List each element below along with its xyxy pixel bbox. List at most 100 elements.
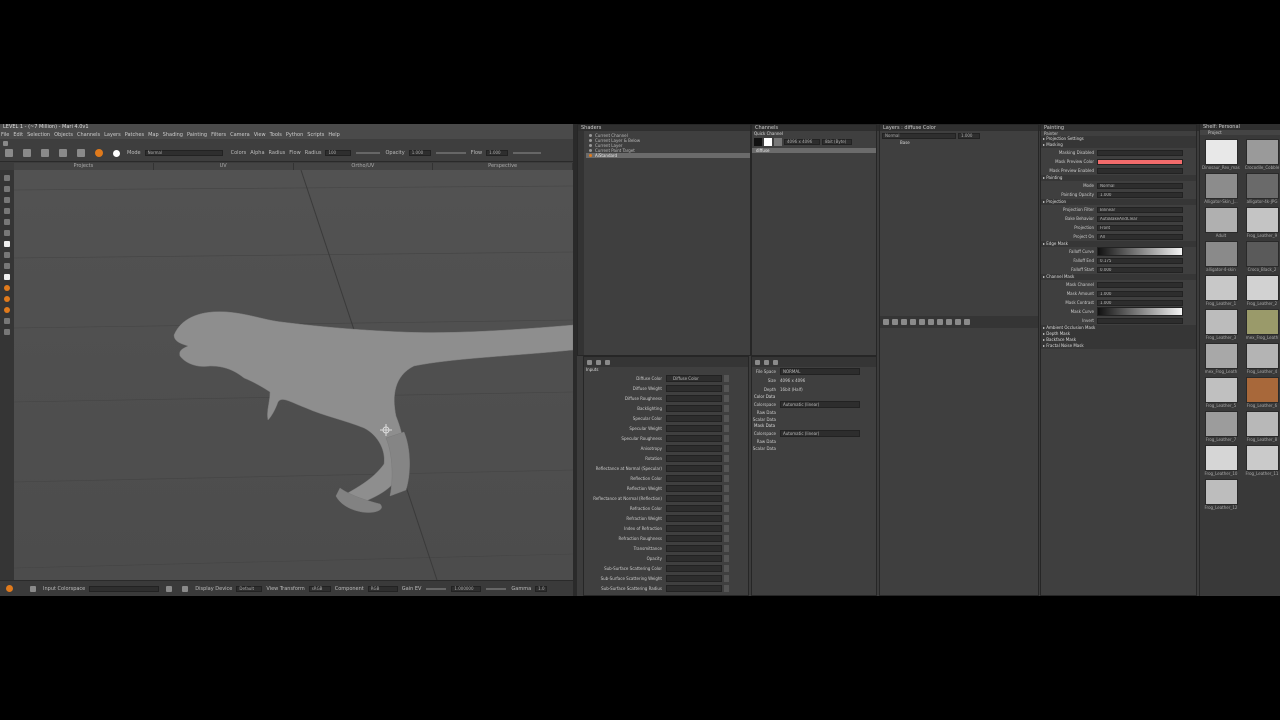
flow-slider[interactable]: [513, 152, 542, 154]
menu-item-camera[interactable]: Camera: [230, 131, 250, 139]
shelf-item[interactable]: Frog_Leather_4: [1243, 343, 1280, 376]
paint-record-icon[interactable]: [4, 285, 10, 291]
input-channel-field[interactable]: [666, 554, 722, 562]
add-mask-icon[interactable]: [910, 319, 916, 325]
shelf-item[interactable]: Frog_Leather_8: [1243, 411, 1280, 444]
setting-field[interactable]: All: [1097, 233, 1183, 240]
transform-tool-icon[interactable]: [4, 186, 10, 192]
input-channel-field[interactable]: [666, 504, 722, 512]
input-channel-field[interactable]: Diffuse Color: [666, 374, 722, 382]
file-space-dropdown[interactable]: NORMAL: [780, 368, 860, 375]
channel-refresh-icon[interactable]: [773, 359, 778, 365]
tab-uv[interactable]: UV: [154, 163, 294, 170]
flow-toggle[interactable]: Flow: [289, 150, 300, 156]
flow-field[interactable]: 1.000: [486, 150, 509, 156]
clone-tool-icon[interactable]: [4, 208, 10, 214]
new-icon[interactable]: [5, 149, 13, 157]
shelf-item[interactable]: Crocodile_Cobble: [1243, 139, 1280, 172]
radius-field[interactable]: 100: [325, 150, 352, 156]
setting-field[interactable]: 1.000: [1097, 290, 1183, 297]
input-channel-field[interactable]: [666, 414, 722, 422]
input-options-icon[interactable]: [724, 564, 729, 572]
lut-toggle-icon[interactable]: [6, 585, 13, 592]
input-channel-field[interactable]: [666, 464, 722, 472]
input-options-icon[interactable]: [724, 434, 729, 442]
radius-toggle[interactable]: Radius: [269, 150, 286, 156]
lock-icon[interactable]: [596, 359, 601, 365]
shelf-item[interactable]: alligator-4-skin: [1202, 241, 1240, 274]
channel-lock-icon[interactable]: [764, 359, 769, 365]
opacity-field[interactable]: 1.000: [408, 150, 431, 156]
menu-item-objects[interactable]: Objects: [54, 131, 73, 139]
input-channel-field[interactable]: [666, 474, 722, 482]
menu-item-channels[interactable]: Channels: [77, 131, 100, 139]
input-channel-field[interactable]: [666, 444, 722, 452]
shelf-item[interactable]: Frog_Leather_7: [1202, 411, 1240, 444]
smudge-tool-icon[interactable]: [4, 219, 10, 225]
shelf-item[interactable]: Frog_Leather_1: [1202, 275, 1240, 308]
input-options-icon[interactable]: [724, 414, 729, 422]
white-swatch[interactable]: [764, 137, 772, 146]
setting-field[interactable]: [1097, 149, 1183, 156]
input-options-icon[interactable]: [724, 444, 729, 452]
view-toggle-icon[interactable]: [182, 585, 189, 592]
shelf-item[interactable]: Frog_Leather_10: [1202, 445, 1240, 478]
merge-layer-icon[interactable]: [937, 319, 943, 325]
input-channel-field[interactable]: [666, 524, 722, 532]
menu-item-view[interactable]: View: [254, 131, 266, 139]
input-options-icon[interactable]: [724, 584, 729, 592]
input-channel-field[interactable]: [666, 384, 722, 392]
input-options-icon[interactable]: [724, 514, 729, 522]
input-channel-field[interactable]: [666, 434, 722, 442]
shelf-item[interactable]: Frog_Leather_11: [1243, 445, 1280, 478]
menu-item-tools[interactable]: Tools: [270, 131, 282, 139]
blend-mode-dropdown[interactable]: Normal: [882, 132, 956, 139]
input-options-icon[interactable]: [724, 394, 729, 402]
view-transform-dropdown[interactable]: sRGB: [308, 585, 331, 592]
shelf-item[interactable]: Frog_Leather_3: [1202, 309, 1240, 342]
black-swatch[interactable]: [754, 137, 762, 146]
menu-item-painting[interactable]: Painting: [187, 131, 207, 139]
gain-field[interactable]: 1.000000: [451, 585, 482, 592]
channel-list-item[interactable]: diffuse: [752, 148, 876, 153]
duplicate-layer-icon[interactable]: [928, 319, 934, 325]
setting-field[interactable]: 1.000: [1097, 299, 1183, 306]
setting-field[interactable]: AutoBakeAndClear: [1097, 215, 1183, 222]
tab-perspective[interactable]: Perspective: [433, 163, 573, 170]
input-channel-field[interactable]: [666, 534, 722, 542]
layer-options-icon[interactable]: [955, 319, 961, 325]
menu-item-python[interactable]: Python: [286, 131, 303, 139]
setting-field[interactable]: 0.000: [1097, 266, 1183, 273]
setting-field[interactable]: Bilinear: [1097, 206, 1183, 213]
input-options-icon[interactable]: [724, 464, 729, 472]
paint-bake-icon[interactable]: [4, 296, 10, 302]
shaders-side-tab[interactable]: [578, 131, 584, 355]
menu-item-help[interactable]: Help: [328, 131, 339, 139]
setting-field[interactable]: [1097, 281, 1183, 288]
setting-field[interactable]: 0.175: [1097, 257, 1183, 264]
menu-item-edit[interactable]: Edit: [13, 131, 23, 139]
shelf-item[interactable]: Frog_Leather_2: [1243, 275, 1280, 308]
cache-layer-icon[interactable]: [946, 319, 952, 325]
brush-tip-icon[interactable]: [113, 149, 120, 157]
layer-opacity-field[interactable]: 1.000: [958, 132, 980, 139]
alpha-toggle[interactable]: Alpha: [250, 150, 264, 156]
shelf-item[interactable]: Frog_Leather_9: [1243, 207, 1280, 240]
input-options-icon[interactable]: [724, 474, 729, 482]
shelf-item[interactable]: Adult: [1202, 207, 1240, 240]
input-options-icon[interactable]: [724, 494, 729, 502]
shelf-item[interactable]: Dinosaur_Rex_mask: [1202, 139, 1240, 172]
input-options-icon[interactable]: [724, 574, 729, 582]
colorspace-dropdown[interactable]: Automatic (linear): [780, 401, 860, 408]
menu-item-scripts[interactable]: Scripts: [307, 131, 324, 139]
layer-item-base[interactable]: Base: [880, 140, 1038, 145]
pin-icon[interactable]: [587, 359, 592, 365]
menu-item-file[interactable]: File: [1, 131, 9, 139]
menu-item-layers[interactable]: Layers: [104, 131, 121, 139]
add-layer-icon[interactable]: [883, 319, 889, 325]
display-device-dropdown[interactable]: Default: [236, 585, 263, 592]
lock-tool-icon[interactable]: [4, 329, 10, 335]
3d-viewport[interactable]: [14, 170, 573, 580]
channel-depth-dropdown[interactable]: 8bit (Byte): [822, 138, 852, 145]
input-options-icon[interactable]: [724, 484, 729, 492]
